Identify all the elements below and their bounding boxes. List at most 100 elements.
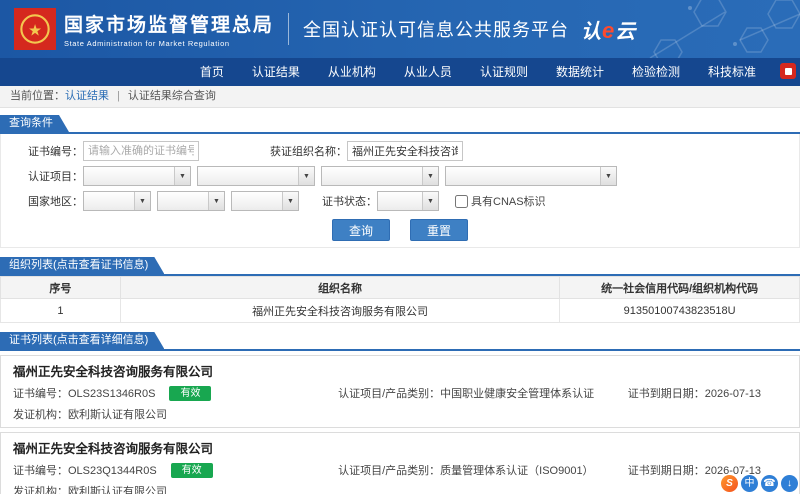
col-header-index: 序号 <box>1 277 121 299</box>
phone-icon[interactable]: ☎ <box>761 475 778 492</box>
down-arrow-icon[interactable]: ↓ <box>781 475 798 492</box>
cert-no-field: 证书编号：OLS23Q1344R0S 有效 <box>13 462 338 478</box>
expiry-field-label: 证书到期日期： <box>628 388 705 400</box>
cert-card-1[interactable]: 福州正先安全科技咨询服务有限公司 证书编号：OLS23S1346R0S 有效 认… <box>0 355 800 428</box>
cell-org-name[interactable]: 福州正先安全科技咨询服务有限公司 <box>120 299 559 323</box>
chevron-down-icon: ▼ <box>282 192 298 210</box>
cert-list-section-header: 证书列表(点击查看详细信息) <box>0 330 800 351</box>
svg-text:★: ★ <box>28 22 42 39</box>
nav-item-practitioners[interactable]: 从业人员 <box>390 58 466 86</box>
chevron-down-icon: ▼ <box>600 167 616 185</box>
col-header-credit-code: 统一社会信用代码/组织机构代码 <box>560 277 800 299</box>
cell-index: 1 <box>1 299 121 323</box>
org-list-section: 组织列表(点击查看证书信息) 序号 组织名称 统一社会信用代码/组织机构代码 1… <box>0 255 800 323</box>
org-table: 序号 组织名称 统一社会信用代码/组织机构代码 1 福州正先安全科技咨询服务有限… <box>0 276 800 323</box>
query-section-header: 查询条件 <box>0 113 800 134</box>
chevron-down-icon: ▼ <box>298 167 314 185</box>
cert-no-label: 证书编号： <box>1 143 83 159</box>
project-field: 认证项目/产品类别：中国职业健康安全管理体系认证 <box>338 385 628 401</box>
chevron-down-icon: ▼ <box>422 192 438 210</box>
cnas-checkbox-group: 具有CNAS标识 <box>455 193 546 209</box>
cert-no-value: OLS23S1346R0S <box>68 388 155 400</box>
status-label: 证书状态： <box>305 193 377 209</box>
project-value: 质量管理体系认证（ISO9001） <box>440 465 593 477</box>
cnas-label: 具有CNAS标识 <box>471 193 546 209</box>
issuer-field-label: 发证机构： <box>13 486 68 494</box>
cert-list-section: 证书列表(点击查看详细信息) 福州正先安全科技咨询服务有限公司 证书编号：OLS… <box>0 330 800 494</box>
form-row-1: 证书编号： 获证组织名称： <box>1 141 799 161</box>
status-select[interactable]: ▼ <box>377 191 439 211</box>
cert-card-org-name: 福州正先安全科技咨询服务有限公司 <box>13 361 787 380</box>
region-select-1[interactable]: ▼ <box>83 191 151 211</box>
table-row[interactable]: 1 福州正先安全科技咨询服务有限公司 91350100743823518U <box>1 299 800 323</box>
org-table-header-row: 序号 组织名称 统一社会信用代码/组织机构代码 <box>1 277 800 299</box>
project-select-3[interactable]: ▼ <box>321 166 439 186</box>
brand-text: 国家市场监督管理总局 State Administration for Mark… <box>64 10 274 48</box>
cert-no-field-label: 证书编号： <box>13 465 68 477</box>
issuer-field-label: 发证机构： <box>13 409 68 421</box>
cert-no-input[interactable] <box>83 141 199 161</box>
query-section: 查询条件 证书编号： 获证组织名称： 认证项目： ▼ ▼ ▼ ▼ 国家地区： ▼… <box>0 113 800 248</box>
reset-button[interactable]: 重置 <box>410 219 468 241</box>
region-select-3[interactable]: ▼ <box>231 191 299 211</box>
cert-list-section-title: 证书列表(点击查看详细信息) <box>0 332 164 349</box>
chevron-down-icon: ▼ <box>208 192 224 210</box>
org-name-input[interactable] <box>347 141 463 161</box>
nav-item-home[interactable]: 首页 <box>186 58 238 86</box>
project-select-1[interactable]: ▼ <box>83 166 191 186</box>
chevron-down-icon: ▼ <box>422 167 438 185</box>
project-field-label: 认证项目/产品类别： <box>338 388 440 400</box>
breadcrumb-section-link[interactable]: 认证结果 <box>65 90 109 102</box>
issuer-value: 欧利斯认证有限公司 <box>68 486 167 494</box>
cell-credit-code: 91350100743823518U <box>560 299 800 323</box>
cert-card-detail-line: 证书编号：OLS23S1346R0S 有效 认证项目/产品类别：中国职业健康安全… <box>13 385 787 401</box>
nav-item-inspection[interactable]: 检验检测 <box>618 58 694 86</box>
corner-red-icon[interactable] <box>780 63 796 79</box>
breadcrumb: 当前位置：认证结果 | 认证结果综合查询 <box>0 86 800 108</box>
project-field-label: 认证项目/产品类别： <box>338 465 440 477</box>
swirl-logo-icon[interactable]: S <box>721 475 738 492</box>
nav-item-cert-rules[interactable]: 认证规则 <box>466 58 542 86</box>
chevron-down-icon: ▼ <box>134 192 150 210</box>
breadcrumb-current-page: 认证结果综合查询 <box>128 90 216 102</box>
expiry-value: 2026-07-13 <box>705 388 761 400</box>
floating-widget-bar: S 中 ☎ ↓ <box>721 475 798 492</box>
org-name-english: State Administration for Market Regulati… <box>64 39 274 48</box>
nav-item-tech-standards[interactable]: 科技标准 <box>694 58 770 86</box>
nav-item-institutions[interactable]: 从业机构 <box>314 58 390 86</box>
status-badge: 有效 <box>171 463 213 478</box>
search-button[interactable]: 查询 <box>332 219 390 241</box>
org-name-label: 获证组织名称： <box>257 143 347 159</box>
query-section-title: 查询条件 <box>0 115 69 132</box>
org-list-section-header: 组织列表(点击查看证书信息) <box>0 255 800 276</box>
platform-title: 全国认证认可信息公共服务平台 <box>303 16 569 42</box>
project-select-4[interactable]: ▼ <box>445 166 617 186</box>
org-name: 国家市场监督管理总局 <box>64 10 274 37</box>
region-select-2[interactable]: ▼ <box>157 191 225 211</box>
logo-char-yun: 云 <box>615 21 635 43</box>
page: ★ 国家市场监督管理总局 State Administration for Ma… <box>0 0 800 494</box>
issuer-field: 发证机构：欧利斯认证有限公司 <box>13 406 787 422</box>
query-form: 证书编号： 获证组织名称： 认证项目： ▼ ▼ ▼ ▼ 国家地区： ▼ ▼ ▼ … <box>0 134 800 248</box>
org-list-section-title: 组织列表(点击查看证书信息) <box>0 257 164 274</box>
cert-cards: 福州正先安全科技咨询服务有限公司 证书编号：OLS23S1346R0S 有效 认… <box>0 355 800 494</box>
breadcrumb-separator: | <box>117 90 120 102</box>
cert-card-org-name: 福州正先安全科技咨询服务有限公司 <box>13 438 787 457</box>
project-label: 认证项目： <box>1 168 83 184</box>
nav-item-statistics[interactable]: 数据统计 <box>542 58 618 86</box>
project-select-2[interactable]: ▼ <box>197 166 315 186</box>
cnas-checkbox[interactable] <box>455 195 468 208</box>
cert-no-value: OLS23Q1344R0S <box>68 465 157 477</box>
main-nav: 首页 认证结果 从业机构 从业人员 认证规则 数据统计 检验检测 科技标准 <box>0 58 800 86</box>
cert-card-2[interactable]: 福州正先安全科技咨询服务有限公司 证书编号：OLS23Q1344R0S 有效 认… <box>0 432 800 494</box>
national-emblem-logo: ★ <box>14 8 56 50</box>
breadcrumb-prefix: 当前位置： <box>10 90 65 102</box>
chevron-down-icon: ▼ <box>174 167 190 185</box>
cert-no-field: 证书编号：OLS23S1346R0S 有效 <box>13 385 338 401</box>
form-row-3: 国家地区： ▼ ▼ ▼ 证书状态： ▼ 具有CNAS标识 <box>1 191 799 211</box>
logo-char-e: e <box>602 18 614 43</box>
nav-item-cert-results[interactable]: 认证结果 <box>238 58 314 86</box>
issuer-field: 发证机构：欧利斯认证有限公司 <box>13 483 787 494</box>
china-service-icon[interactable]: 中 <box>741 475 758 492</box>
form-row-2: 认证项目： ▼ ▼ ▼ ▼ <box>1 166 799 186</box>
